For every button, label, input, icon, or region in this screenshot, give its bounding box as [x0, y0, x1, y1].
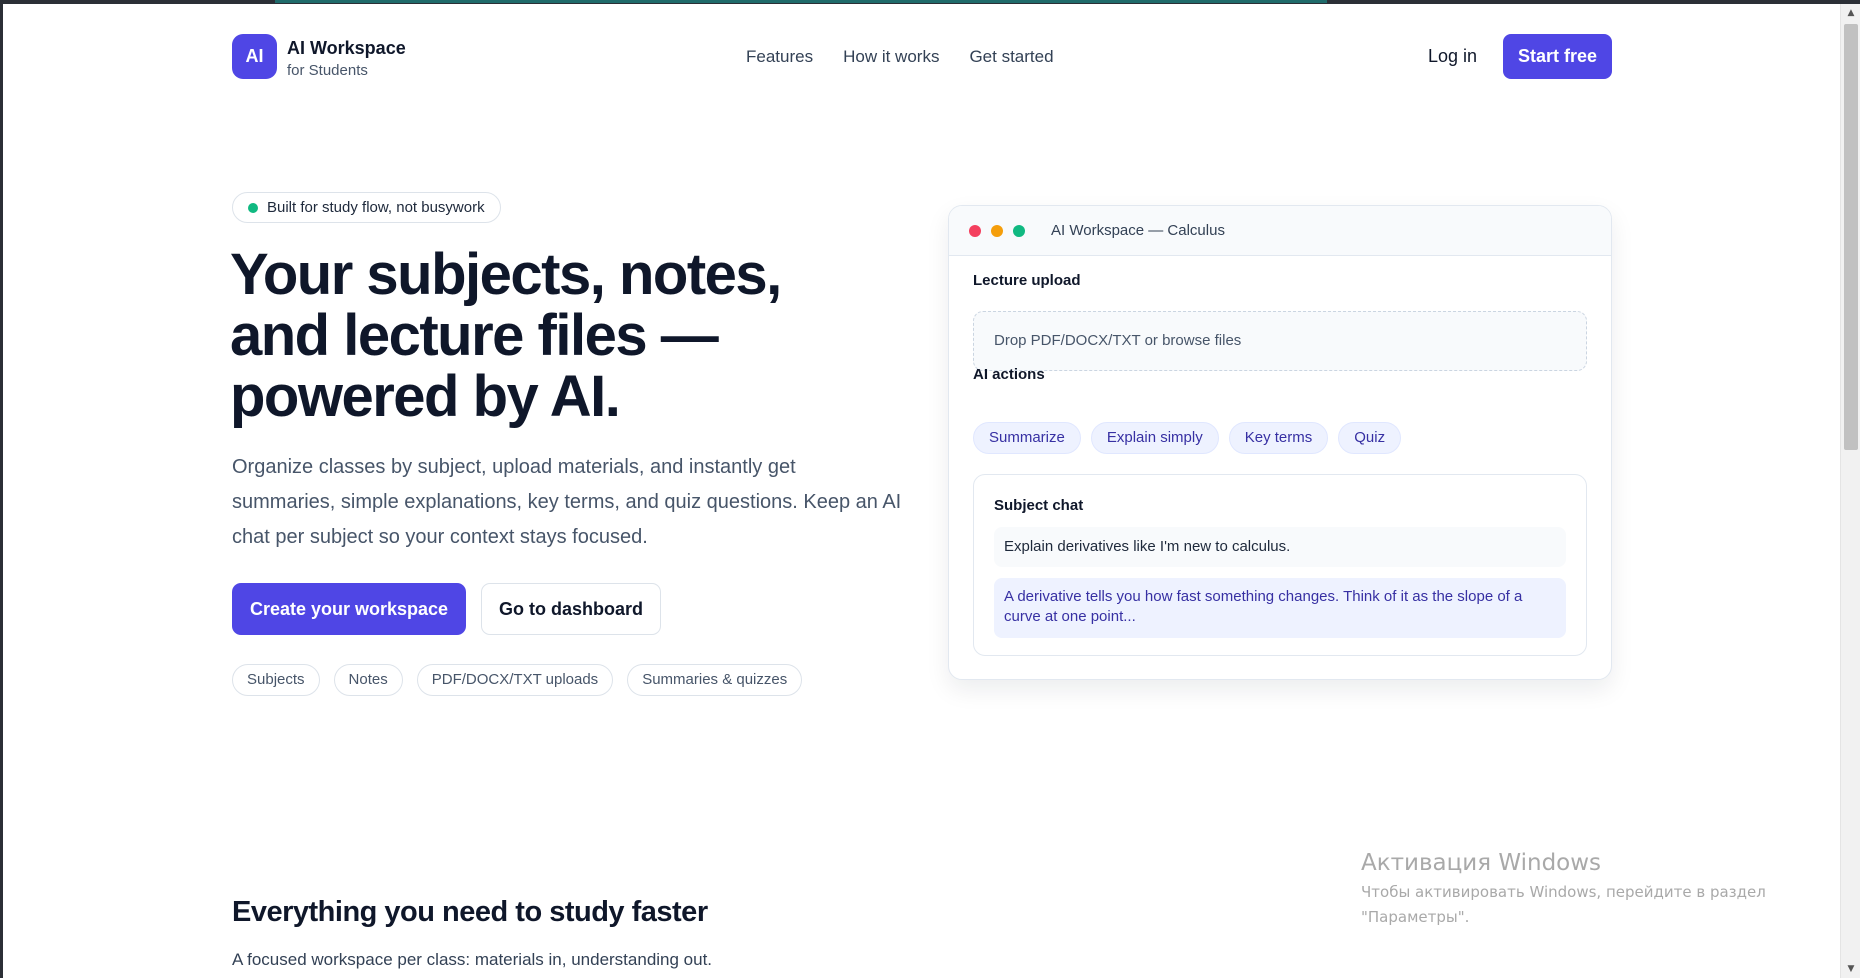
nav-link-how-it-works[interactable]: How it works: [843, 47, 939, 67]
feature-tags: Subjects Notes PDF/DOCX/TXT uploads Summ…: [232, 664, 803, 696]
hero-title: Your subjects, notes, and lecture files …: [230, 244, 930, 427]
scroll-down-icon[interactable]: ▼: [1841, 960, 1860, 978]
ai-actions-label: AI actions: [973, 366, 1045, 383]
lecture-upload-label: Lecture upload: [973, 272, 1081, 289]
hero-title-line-3: powered by AI.: [230, 364, 621, 429]
feature-tag: Summaries & quizzes: [627, 664, 803, 696]
action-quiz-button[interactable]: Quiz: [1338, 422, 1402, 454]
nav-link-features[interactable]: Features: [746, 47, 813, 67]
drop-zone-hint: Drop PDF/DOCX/TXT or browse files: [994, 332, 1242, 349]
minimize-dot-icon: [991, 225, 1003, 237]
hero-description: Organize classes by subject, upload mate…: [232, 456, 902, 548]
action-key-terms-button[interactable]: Key terms: [1228, 422, 1329, 454]
logo-mark[interactable]: AI: [232, 34, 277, 79]
login-link[interactable]: Log in: [1428, 46, 1477, 67]
features-title: Everything you need to study faster: [232, 896, 708, 928]
preview-window-bar: AI Workspace — Calculus: [949, 206, 1611, 256]
site-header: AI AI Workspace for Students Features Ho…: [232, 34, 1612, 82]
window-left-border: [0, 0, 3, 978]
activation-watermark-line: "Параметры".: [1361, 908, 1470, 926]
feature-tag: Subjects: [232, 664, 320, 696]
activation-watermark-title: Активация Windows: [1361, 850, 1602, 876]
feature-tag: Notes: [333, 664, 403, 696]
brand-subtitle: for Students: [287, 62, 368, 79]
scroll-up-icon[interactable]: ▲: [1841, 4, 1860, 22]
scrollbar-thumb[interactable]: [1844, 24, 1858, 450]
ai-actions: Summarize Explain simply Key terms Quiz: [973, 422, 1402, 454]
go-to-dashboard-button[interactable]: Go to dashboard: [481, 583, 661, 635]
create-workspace-button[interactable]: Create your workspace: [232, 583, 466, 635]
maximize-dot-icon: [1013, 225, 1025, 237]
status-dot-icon: [248, 203, 258, 213]
activation-watermark-line: Чтобы активировать Windows, перейдите в …: [1361, 883, 1766, 901]
preview-window-title: AI Workspace — Calculus: [1051, 222, 1225, 239]
hero-badge: Built for study flow, not busywork: [232, 192, 501, 223]
main-nav: Features How it works Get started: [746, 47, 1054, 67]
page-scrollbar[interactable]: ▲ ▼: [1840, 4, 1860, 978]
hero-title-line-2: and lecture files —: [230, 303, 719, 368]
brand-title[interactable]: AI Workspace: [287, 38, 406, 59]
hero-badge-label: Built for study flow, not busywork: [267, 199, 485, 216]
start-free-button[interactable]: Start free: [1503, 34, 1612, 79]
action-summarize-button[interactable]: Summarize: [973, 422, 1081, 454]
app-preview-card: AI Workspace — Calculus Lecture upload D…: [948, 205, 1612, 680]
action-explain-simply-button[interactable]: Explain simply: [1090, 422, 1219, 454]
features-subtitle: A focused workspace per class: materials…: [232, 950, 713, 969]
nav-link-get-started[interactable]: Get started: [969, 47, 1053, 67]
close-dot-icon: [969, 225, 981, 237]
subject-chat-title: Subject chat: [994, 497, 1084, 514]
hero-title-line-1: Your subjects, notes,: [230, 242, 782, 307]
user-message: Explain derivatives like I'm new to calc…: [994, 527, 1566, 567]
file-drop-zone[interactable]: Drop PDF/DOCX/TXT or browse files: [973, 311, 1587, 371]
subject-chat-panel: Subject chat Explain derivatives like I'…: [973, 474, 1587, 656]
feature-tag: PDF/DOCX/TXT uploads: [416, 664, 614, 696]
window-top-accent: [275, 0, 1327, 3]
ai-message: A derivative tells you how fast somethin…: [994, 578, 1566, 638]
